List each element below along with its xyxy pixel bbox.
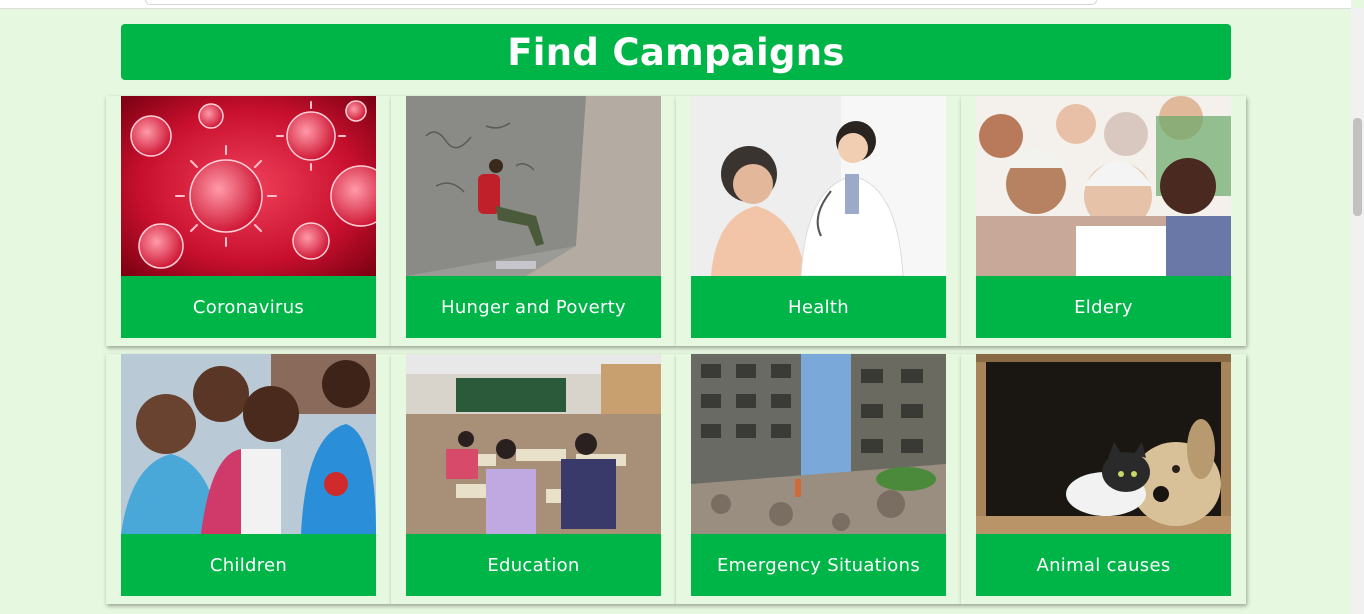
campaign-card-hunger-poverty[interactable]: Hunger and Poverty — [391, 96, 676, 346]
coronavirus-image — [121, 96, 376, 276]
browser-top-edge — [0, 0, 1351, 9]
page-header: Find Campaigns — [121, 24, 1231, 80]
campaign-label[interactable]: Animal causes — [976, 534, 1231, 596]
health-image — [691, 96, 946, 276]
education-image — [406, 354, 661, 534]
search-bar-edge[interactable] — [145, 0, 1097, 5]
campaign-label[interactable]: Children — [121, 534, 376, 596]
campaign-card-elderly[interactable]: Eldery — [961, 96, 1246, 346]
campaign-card-emergency[interactable]: Emergency Situations — [676, 354, 961, 604]
scrollbar-thumb[interactable] — [1353, 118, 1362, 216]
animal-causes-image — [976, 354, 1231, 534]
emergency-image — [691, 354, 946, 534]
campaign-card-health[interactable]: Health — [676, 96, 961, 346]
campaign-label[interactable]: Education — [406, 534, 661, 596]
vertical-scrollbar[interactable] — [1351, 8, 1364, 614]
campaign-card-children[interactable]: Children — [106, 354, 391, 604]
campaign-label[interactable]: Hunger and Poverty — [406, 276, 661, 338]
elderly-image — [976, 96, 1231, 276]
campaign-label[interactable]: Emergency Situations — [691, 534, 946, 596]
campaign-card-education[interactable]: Education — [391, 354, 676, 604]
campaign-label[interactable]: Eldery — [976, 276, 1231, 338]
hunger-poverty-image — [406, 96, 661, 276]
campaign-card-coronavirus[interactable]: Coronavirus — [106, 96, 391, 346]
page-title: Find Campaigns — [507, 30, 845, 74]
campaign-label[interactable]: Coronavirus — [121, 276, 376, 338]
campaign-card-animal-causes[interactable]: Animal causes — [961, 354, 1246, 604]
campaign-label[interactable]: Health — [691, 276, 946, 338]
children-image — [121, 354, 376, 534]
